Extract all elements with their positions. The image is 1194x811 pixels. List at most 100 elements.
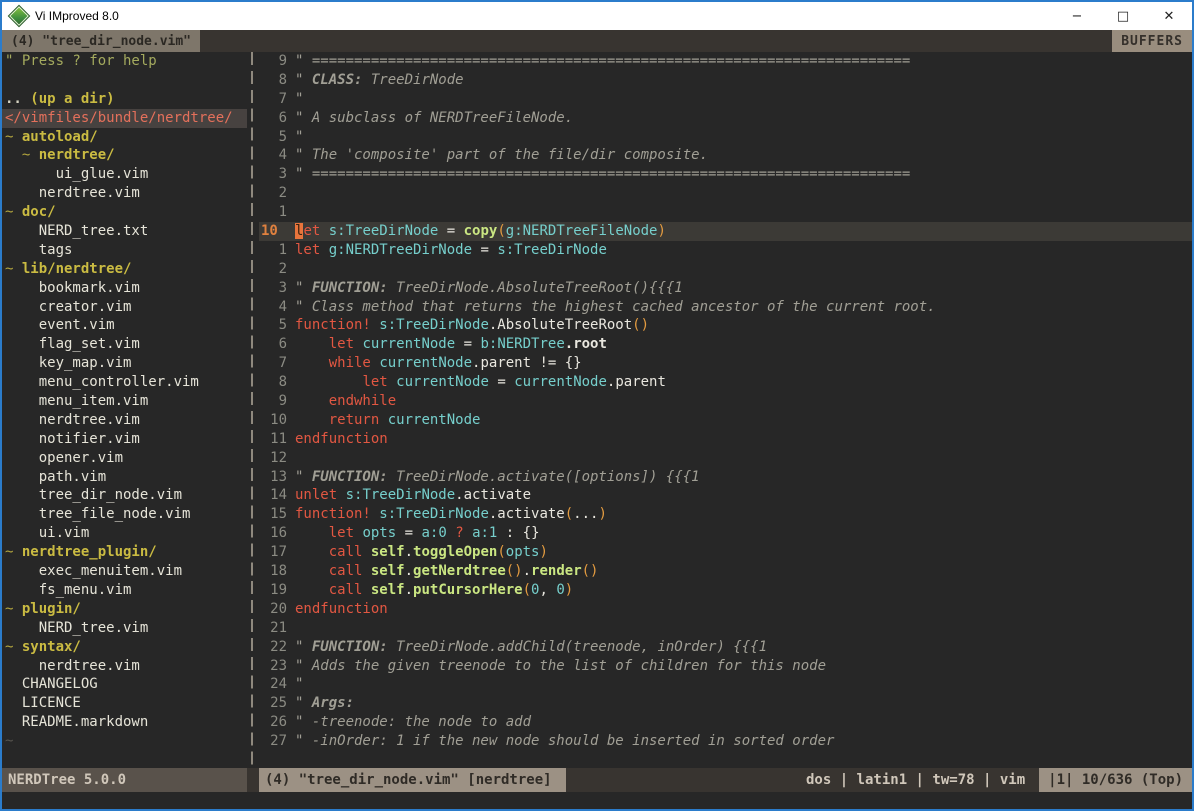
- code-line[interactable]: 8 let currentNode = currentNode.parent: [259, 373, 1192, 392]
- tree-item[interactable]: menu_controller.vim: [2, 373, 247, 392]
- code-line[interactable]: 4" The 'composite' part of the file/dir …: [259, 146, 1192, 165]
- code-line[interactable]: 1let g:NERDTreeDirNode = s:TreeDirNode: [259, 241, 1192, 260]
- code-line[interactable]: 2: [259, 260, 1192, 279]
- close-button[interactable]: ✕: [1146, 2, 1192, 30]
- code-line[interactable]: 10let s:TreeDirNode = copy(g:NERDTreeFil…: [259, 222, 1192, 241]
- code-line[interactable]: 6 let currentNode = b:NERDTree.root: [259, 335, 1192, 354]
- line-number: 19: [259, 581, 287, 600]
- tree-item[interactable]: path.vim: [2, 468, 247, 487]
- tree-item[interactable]: ~ plugin/: [2, 600, 247, 619]
- tree-item[interactable]: opener.vim: [2, 449, 247, 468]
- code-line[interactable]: 9 endwhile: [259, 392, 1192, 411]
- tree-item[interactable]: README.markdown: [2, 713, 247, 732]
- code-text: " ======================================…: [295, 165, 910, 184]
- code-line[interactable]: 7": [259, 90, 1192, 109]
- code-line[interactable]: 3" =====================================…: [259, 165, 1192, 184]
- token: opts: [362, 525, 396, 541]
- vim-logo-icon: [8, 5, 31, 28]
- token: " Class method that returns the highest …: [295, 299, 936, 315]
- code-line[interactable]: 24": [259, 675, 1192, 694]
- token: [447, 525, 455, 541]
- code-line[interactable]: 5": [259, 128, 1192, 147]
- tree-item[interactable]: </vimfiles/bundle/nerdtree/: [2, 109, 247, 128]
- tree-item[interactable]: .. (up a dir): [2, 90, 247, 109]
- tree-item[interactable]: ui_glue.vim: [2, 165, 247, 184]
- tree-item[interactable]: [2, 71, 247, 90]
- line-number: 2: [259, 260, 287, 279]
- code-line[interactable]: 13" FUNCTION: TreeDirNode.activate([opti…: [259, 468, 1192, 487]
- tree-item[interactable]: tree_file_node.vim: [2, 505, 247, 524]
- code-line[interactable]: 19 call self.putCursorHere(0, 0): [259, 581, 1192, 600]
- code-text: " FUNCTION: TreeDirNode.addChild(treenod…: [295, 638, 767, 657]
- tree-item[interactable]: flag_set.vim: [2, 335, 247, 354]
- tree-item[interactable]: nerdtree.vim: [2, 657, 247, 676]
- token: opener.vim: [5, 450, 123, 466]
- tree-item[interactable]: ~ nerdtree_plugin/: [2, 543, 247, 562]
- token: currentNode: [388, 412, 481, 428]
- token: bookmark.vim: [5, 280, 140, 296]
- code-line[interactable]: 21: [259, 619, 1192, 638]
- tree-item[interactable]: NERD_tree.vim: [2, 619, 247, 638]
- token: ": [295, 676, 303, 692]
- code-line[interactable]: 5function! s:TreeDirNode.AbsoluteTreeRoo…: [259, 316, 1192, 335]
- maximize-button[interactable]: □: [1100, 2, 1146, 30]
- tree-item[interactable]: LICENCE: [2, 694, 247, 713]
- tree-item[interactable]: ~ nerdtree/: [2, 146, 247, 165]
- tree-item[interactable]: exec_menuitem.vim: [2, 562, 247, 581]
- tree-item[interactable]: event.vim: [2, 316, 247, 335]
- code-line[interactable]: 16 let opts = a:0 ? a:1 : {}: [259, 524, 1192, 543]
- line-number: 21: [259, 619, 287, 638]
- code-line[interactable]: 10 return currentNode: [259, 411, 1192, 430]
- code-line[interactable]: 9" =====================================…: [259, 52, 1192, 71]
- code-line[interactable]: 27" -inOrder: 1 if the new node should b…: [259, 732, 1192, 751]
- tree-item[interactable]: notifier.vim: [2, 430, 247, 449]
- tree-item[interactable]: NERD_tree.txt: [2, 222, 247, 241]
- code-line[interactable]: 3" FUNCTION: TreeDirNode.AbsoluteTreeRoo…: [259, 279, 1192, 298]
- code-line[interactable]: 7 while currentNode.parent != {}: [259, 354, 1192, 373]
- window-separator[interactable]: [247, 52, 259, 768]
- tab-tree-dir-node[interactable]: (4) "tree_dir_node.vim": [2, 30, 200, 52]
- code-line[interactable]: 14unlet s:TreeDirNode.activate: [259, 486, 1192, 505]
- code-line[interactable]: 22" FUNCTION: TreeDirNode.addChild(treen…: [259, 638, 1192, 657]
- tree-item[interactable]: key_map.vim: [2, 354, 247, 373]
- code-line[interactable]: 8" CLASS: TreeDirNode: [259, 71, 1192, 90]
- tree-item[interactable]: ~ doc/: [2, 203, 247, 222]
- token: [362, 582, 370, 598]
- code-line[interactable]: 11endfunction: [259, 430, 1192, 449]
- tree-item[interactable]: ~ lib/nerdtree/: [2, 260, 247, 279]
- code-line[interactable]: 6" A subclass of NERDTreeFileNode.: [259, 109, 1192, 128]
- code-text: call self.getNerdtree().render(): [295, 562, 598, 581]
- code-line[interactable]: 18 call self.getNerdtree().render(): [259, 562, 1192, 581]
- tree-item[interactable]: ui.vim: [2, 524, 247, 543]
- command-line[interactable]: [2, 792, 1192, 809]
- tree-item[interactable]: fs_menu.vim: [2, 581, 247, 600]
- code-line[interactable]: 25" Args:: [259, 694, 1192, 713]
- tree-item[interactable]: ~ syntax/: [2, 638, 247, 657]
- minimize-button[interactable]: −: [1054, 2, 1100, 30]
- code-line[interactable]: 12: [259, 449, 1192, 468]
- tree-item[interactable]: menu_item.vim: [2, 392, 247, 411]
- code-line[interactable]: 26" -treenode: the node to add: [259, 713, 1192, 732]
- tree-item[interactable]: " Press ? for help: [2, 52, 247, 71]
- code-line[interactable]: 2: [259, 184, 1192, 203]
- code-text: unlet s:TreeDirNode.activate: [295, 486, 531, 505]
- tree-item[interactable]: nerdtree.vim: [2, 184, 247, 203]
- line-number: 15: [259, 505, 287, 524]
- token: call: [329, 582, 363, 598]
- token: key_map.vim: [5, 355, 131, 371]
- code-line[interactable]: 23" Adds the given treenode to the list …: [259, 657, 1192, 676]
- tree-item[interactable]: tags: [2, 241, 247, 260]
- tree-item[interactable]: nerdtree.vim: [2, 411, 247, 430]
- tree-item[interactable]: CHANGELOG: [2, 675, 247, 694]
- code-line[interactable]: 4" Class method that returns the highest…: [259, 298, 1192, 317]
- code-line[interactable]: 20endfunction: [259, 600, 1192, 619]
- tree-item[interactable]: tree_dir_node.vim: [2, 486, 247, 505]
- tree-item[interactable]: creator.vim: [2, 298, 247, 317]
- code-line[interactable]: 15function! s:TreeDirNode.activate(...): [259, 505, 1192, 524]
- code-text: endfunction: [295, 430, 388, 449]
- tree-item[interactable]: bookmark.vim: [2, 279, 247, 298]
- tree-item[interactable]: ~ autoload/: [2, 128, 247, 147]
- code-line[interactable]: 17 call self.toggleOpen(opts): [259, 543, 1192, 562]
- tree-item[interactable]: ~: [2, 732, 247, 751]
- code-line[interactable]: 1: [259, 203, 1192, 222]
